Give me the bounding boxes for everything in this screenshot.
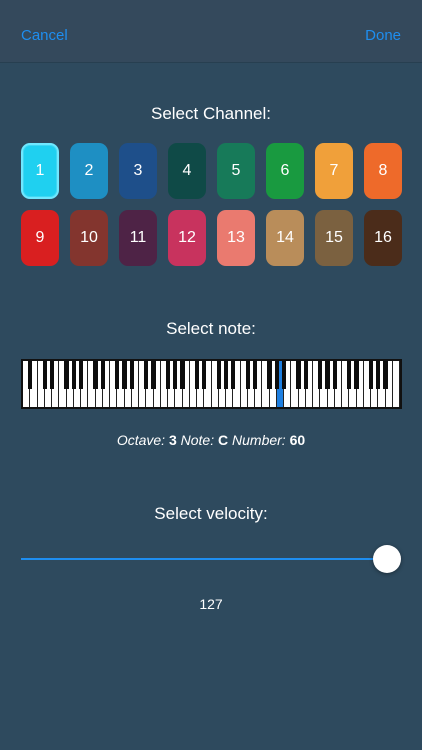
black-key[interactable] — [42, 361, 47, 389]
channel-button-16[interactable]: 16 — [364, 210, 402, 266]
black-key[interactable] — [383, 361, 388, 389]
channel-button-7[interactable]: 7 — [315, 143, 353, 199]
velocity-value: 127 — [199, 596, 223, 612]
black-key[interactable] — [252, 361, 258, 389]
done-button[interactable]: Done — [365, 27, 401, 44]
black-key[interactable] — [165, 361, 171, 389]
note-value: C — [218, 432, 229, 448]
black-key[interactable] — [144, 361, 149, 389]
channel-button-5[interactable]: 5 — [217, 143, 255, 199]
black-key[interactable] — [332, 361, 337, 389]
channel-button-2[interactable]: 2 — [70, 143, 108, 199]
black-key[interactable] — [325, 361, 330, 389]
black-key[interactable] — [28, 361, 33, 389]
black-key[interactable] — [267, 361, 272, 389]
black-key[interactable] — [78, 361, 84, 389]
black-key[interactable] — [180, 361, 185, 389]
channel-button-1[interactable]: 1 — [21, 143, 59, 199]
channel-button-6[interactable]: 6 — [266, 143, 304, 199]
black-key[interactable] — [129, 361, 134, 389]
black-key[interactable] — [71, 361, 76, 389]
channel-button-12[interactable]: 12 — [168, 210, 206, 266]
note-label: Note: — [180, 432, 215, 448]
channel-button-8[interactable]: 8 — [364, 143, 402, 199]
channel-button-15[interactable]: 15 — [315, 210, 353, 266]
black-key[interactable] — [354, 361, 359, 389]
black-key[interactable] — [303, 361, 308, 389]
black-key[interactable] — [115, 361, 120, 389]
black-key[interactable] — [93, 361, 98, 389]
channel-button-10[interactable]: 10 — [70, 210, 108, 266]
black-key[interactable] — [202, 361, 207, 389]
octave-label: Octave: — [116, 432, 166, 448]
black-key[interactable] — [296, 361, 301, 389]
velocity-section-title: Select velocity: — [154, 504, 268, 523]
black-key[interactable] — [173, 361, 178, 389]
note-info: Octave: 3 Note: C Number: 60 — [0, 432, 422, 448]
black-key[interactable] — [194, 361, 200, 389]
note-section-title: Select note: — [166, 319, 256, 338]
black-key[interactable] — [368, 361, 374, 389]
velocity-slider-thumb[interactable] — [373, 545, 401, 573]
channel-button-9[interactable]: 9 — [21, 210, 59, 266]
black-key[interactable] — [281, 361, 287, 389]
channel-button-14[interactable]: 14 — [266, 210, 304, 266]
number-label: Number: — [232, 432, 286, 448]
black-key[interactable] — [49, 361, 55, 389]
black-key[interactable] — [122, 361, 127, 389]
number-value: 60 — [289, 432, 306, 448]
piano-keyboard[interactable] — [21, 359, 402, 409]
black-key[interactable] — [347, 361, 352, 389]
black-key[interactable] — [151, 361, 156, 389]
channel-button-4[interactable]: 4 — [168, 143, 206, 199]
black-key[interactable] — [231, 361, 236, 389]
black-key[interactable] — [245, 361, 250, 389]
velocity-slider-track[interactable] — [21, 558, 387, 560]
black-key[interactable] — [274, 361, 279, 389]
channel-button-3[interactable]: 3 — [119, 143, 157, 199]
navigation-bar: Cancel Done — [0, 0, 422, 62]
cancel-button[interactable]: Cancel — [21, 27, 68, 44]
channel-button-11[interactable]: 11 — [119, 210, 157, 266]
octave-value: 3 — [168, 432, 177, 448]
black-key[interactable] — [100, 361, 105, 389]
channel-section-title: Select Channel: — [150, 104, 272, 123]
black-key[interactable] — [376, 361, 381, 389]
black-key[interactable] — [64, 361, 69, 389]
black-key[interactable] — [223, 361, 229, 389]
black-key[interactable] — [216, 361, 221, 389]
channel-button-13[interactable]: 13 — [217, 210, 255, 266]
white-key[interactable] — [392, 361, 400, 407]
black-key[interactable] — [318, 361, 323, 389]
